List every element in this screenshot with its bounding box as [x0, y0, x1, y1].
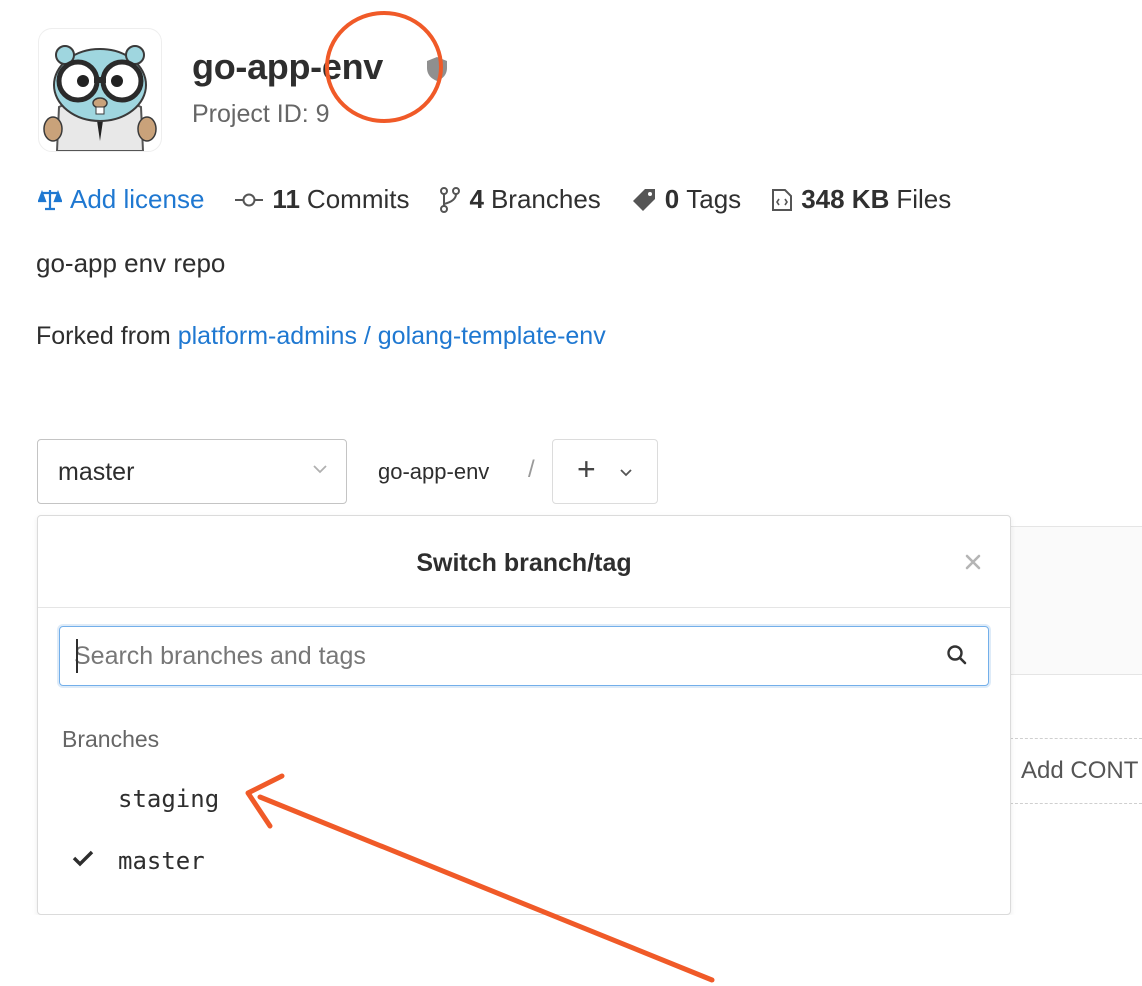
shield-icon: [427, 57, 447, 81]
tags-link[interactable]: 0 Tags: [631, 184, 741, 215]
dropdown-title: Switch branch/tag: [416, 549, 632, 577]
branches-section-label: Branches: [62, 726, 160, 752]
project-title: go-app-env: [192, 46, 383, 87]
commits-count: 11: [272, 184, 300, 214]
close-icon[interactable]: [964, 553, 982, 571]
add-contributing-label: Add CONT: [1021, 757, 1139, 784]
branch-item-master[interactable]: master: [118, 847, 205, 875]
breadcrumb-separator: /: [528, 456, 535, 483]
add-contributing-button[interactable]: Add CONT: [1010, 738, 1142, 804]
file-icon: [772, 188, 793, 211]
project-id: Project ID: 9: [192, 100, 330, 128]
add-file-dropdown-button[interactable]: +: [552, 439, 658, 504]
project-avatar: [38, 28, 162, 152]
forked-from-label: Forked from: [36, 322, 171, 350]
commits-label: Commits: [306, 184, 410, 214]
files-size: 348 KB: [801, 184, 890, 214]
files-label: Files: [896, 184, 952, 214]
gopher-avatar-image: [43, 45, 157, 151]
forked-from-link[interactable]: platform-admins / golang-template-env: [178, 322, 606, 350]
dropdown-divider: [38, 607, 1010, 608]
add-license-link[interactable]: Add license: [38, 184, 204, 215]
chevron-down-icon: [620, 469, 632, 477]
chevron-down-icon: [313, 465, 327, 474]
background-panel: [1010, 526, 1142, 675]
text-caret: [76, 639, 78, 673]
forked-from: Forked from platform-admins / golang-tem…: [36, 322, 606, 351]
branch-selector[interactable]: master: [37, 439, 347, 504]
breadcrumb-root[interactable]: go-app-env: [378, 459, 489, 485]
branch-selector-value: master: [58, 458, 135, 486]
commit-icon: [235, 193, 264, 206]
project-stats: Add license 11 Commits 4 Branches 0 Tags: [38, 184, 981, 215]
branches-label: Branches: [490, 184, 601, 214]
files-link[interactable]: 348 KB Files: [771, 184, 951, 215]
search-field[interactable]: [59, 626, 989, 686]
search-branches-input[interactable]: [74, 627, 914, 685]
switch-branch-dropdown: Switch branch/tag Branches staging maste…: [37, 515, 1011, 915]
check-icon: [72, 850, 94, 867]
tags-label: Tags: [686, 184, 742, 214]
tag-icon: [632, 188, 655, 211]
branches-count: 4: [469, 184, 484, 214]
branches-link[interactable]: 4 Branches: [439, 184, 601, 215]
add-button-label: +: [577, 451, 596, 487]
project-description: go-app env repo: [36, 248, 226, 278]
commits-link[interactable]: 11 Commits: [234, 184, 409, 215]
search-icon: [947, 645, 967, 665]
branch-icon: [440, 186, 461, 213]
page-bottom-blank: [0, 915, 1142, 986]
branch-item-staging[interactable]: staging: [118, 785, 219, 813]
scale-icon: [38, 189, 62, 210]
add-license-label[interactable]: Add license: [70, 184, 204, 215]
tags-count: 0: [664, 184, 680, 214]
